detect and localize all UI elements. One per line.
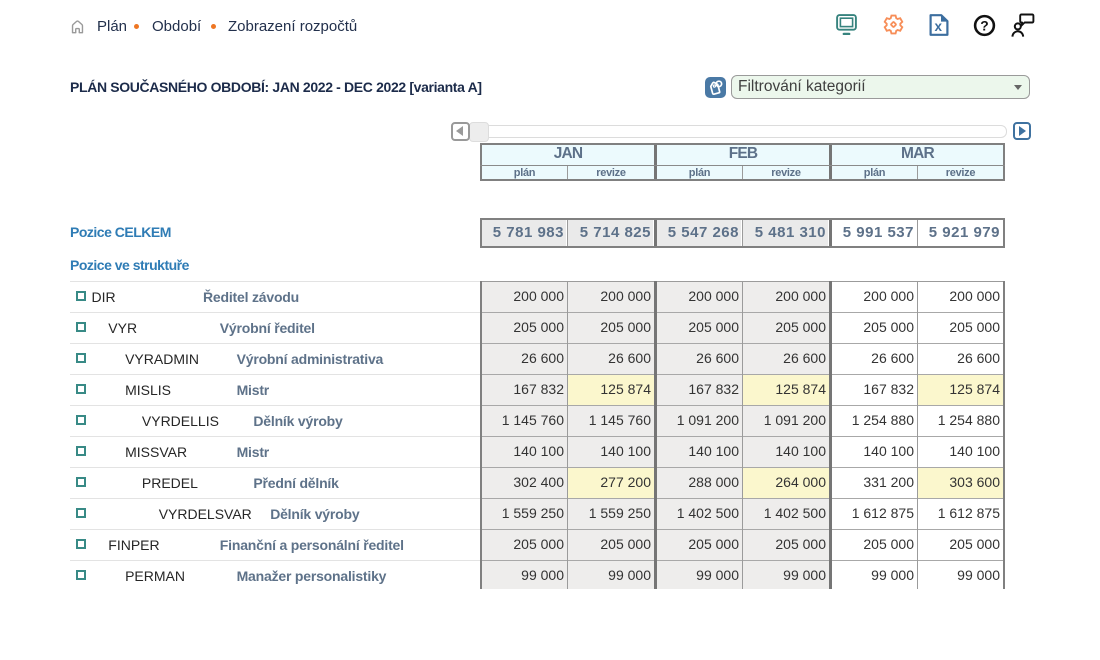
svg-text:x: x [934,19,942,34]
svg-text:?: ? [980,17,988,33]
